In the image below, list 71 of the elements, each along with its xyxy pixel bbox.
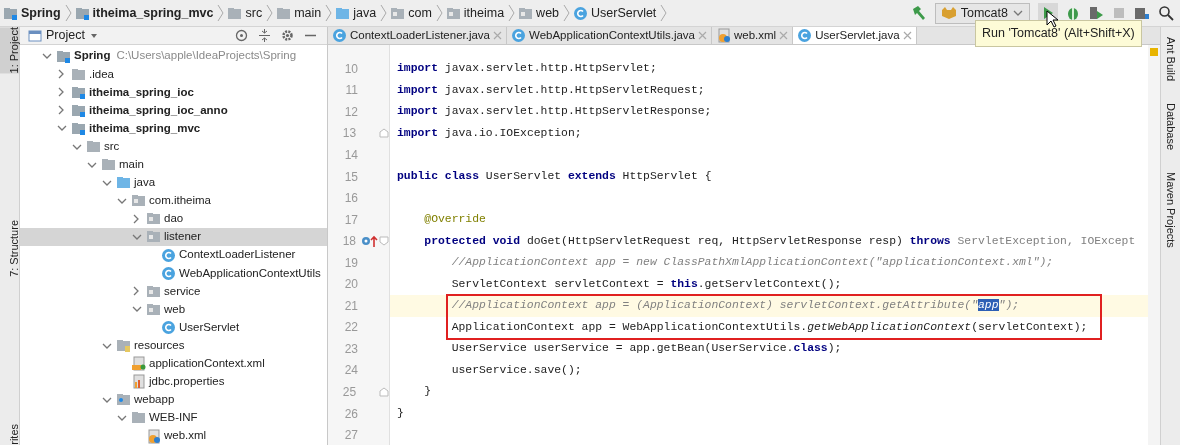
tool-window-tab[interactable]: Database [1162, 103, 1179, 151]
code-line: ServletContext servletContext = this.getServletContext(); [450, 276, 842, 292]
tree-item[interactable]: Spring C:\Users\apple\IdeaProjects\Spring [20, 47, 327, 66]
breadcrumb-item[interactable]: Spring [21, 3, 61, 23]
code-line: UserService userService = app.getBean(UserService.class); [450, 341, 842, 357]
code-line: import javax.servlet.http.HttpServletResponse; [397, 104, 712, 120]
line-number: 22 [343, 319, 359, 337]
line-number: 24 [343, 362, 359, 380]
tree-item[interactable]: applicationContext.xml [20, 354, 327, 373]
code-line: @Override [423, 212, 486, 228]
line-number: 12 [343, 103, 359, 121]
tooltip: Run 'Tomcat8' (Alt+Shift+X) [975, 20, 1142, 47]
editor-tab[interactable]: UserServlet.java [793, 27, 917, 44]
tree-item[interactable]: itheima_spring_ioc_anno [20, 101, 327, 120]
code-line: public class UserServlet extends HttpServlet { [397, 168, 712, 184]
breadcrumb-item[interactable]: src [245, 3, 263, 23]
code-line: import java.io.IOException; [397, 125, 582, 141]
tree-item[interactable]: main [20, 155, 327, 174]
line-number: 17 [343, 211, 359, 229]
line-number: 11 [344, 82, 359, 100]
line-number: 15 [343, 168, 359, 186]
code-line: import javax.servlet.http.HttpServletRequest; [397, 82, 705, 98]
tree-item[interactable]: src [20, 137, 327, 156]
code-line: ApplicationContext app = WebApplicationContextUtils.getWebApplicationContext(servletContext); [450, 319, 1088, 335]
line-number: 20 [343, 276, 359, 294]
line-number: 19 [343, 254, 359, 272]
code-line: } [423, 384, 432, 400]
tree-item[interactable]: WEB-INF [20, 408, 327, 427]
breadcrumb-item[interactable]: UserServlet [591, 3, 657, 23]
tree-item[interactable]: .idea [20, 65, 327, 84]
tree-item[interactable]: listener [20, 227, 327, 247]
line-number: 25 [341, 383, 358, 401]
breadcrumb-item[interactable]: java [353, 3, 377, 23]
tree-item[interactable]: itheima_spring_ioc [20, 83, 327, 102]
tool-window-tab[interactable]: rites [0, 424, 19, 445]
code-line: import javax.servlet.http.HttpServlet; [397, 61, 657, 77]
line-number: 21 [343, 297, 359, 315]
line-number: 18 [341, 233, 357, 251]
code-line: //ApplicationContext app = new ClassPathXmlApplicationContext("applicationContext.xml"); [450, 255, 1054, 271]
tree-item[interactable]: ContextLoaderListener [20, 246, 327, 265]
line-number: 16 [343, 190, 359, 208]
code-line: userService.save(); [450, 362, 582, 378]
code-line: } [397, 405, 404, 421]
tree-item[interactable]: itheima_spring_mvc [20, 119, 327, 138]
tree-item[interactable]: resources [20, 336, 327, 355]
tree-item[interactable]: web [20, 300, 327, 319]
tree-item[interactable]: dao [20, 209, 327, 228]
line-number: 13 [341, 125, 358, 143]
tree-item[interactable]: jdbc.properties [20, 372, 327, 391]
tool-window-tab[interactable]: Maven Projects [1162, 172, 1179, 248]
line-number: 23 [343, 340, 359, 358]
line-number: 27 [343, 427, 359, 445]
tree-item[interactable]: service [20, 282, 327, 301]
tree-item[interactable]: webapp [20, 390, 327, 409]
tree-item[interactable]: UserServlet [20, 318, 327, 337]
tree-item[interactable]: web.xml [20, 426, 327, 445]
breadcrumb-item[interactable]: itheima_spring_mvc [92, 3, 214, 23]
breadcrumb-item[interactable]: com [408, 3, 432, 23]
breadcrumb-item[interactable]: web [536, 3, 560, 23]
breadcrumb-item[interactable]: main [294, 3, 322, 23]
line-number: 14 [343, 146, 359, 164]
tool-window-tab[interactable]: Ant Build [1162, 37, 1179, 82]
tool-window-tab[interactable]: 1: Project [0, 27, 19, 74]
tree-item[interactable]: com.itheima [20, 191, 327, 210]
line-number: 26 [343, 405, 359, 423]
code-line: protected void doGet(HttpServletRequest req, HttpServletResponse resp) throws ServletException, IOExcept [423, 233, 1136, 249]
line-number: 10 [343, 60, 359, 78]
tree-item[interactable]: WebApplicationContextUtils [20, 264, 327, 283]
tree-item[interactable]: java [20, 173, 327, 192]
breadcrumb-item[interactable]: itheima [463, 3, 505, 23]
tool-window-tab[interactable]: 7: Structure [0, 220, 19, 278]
